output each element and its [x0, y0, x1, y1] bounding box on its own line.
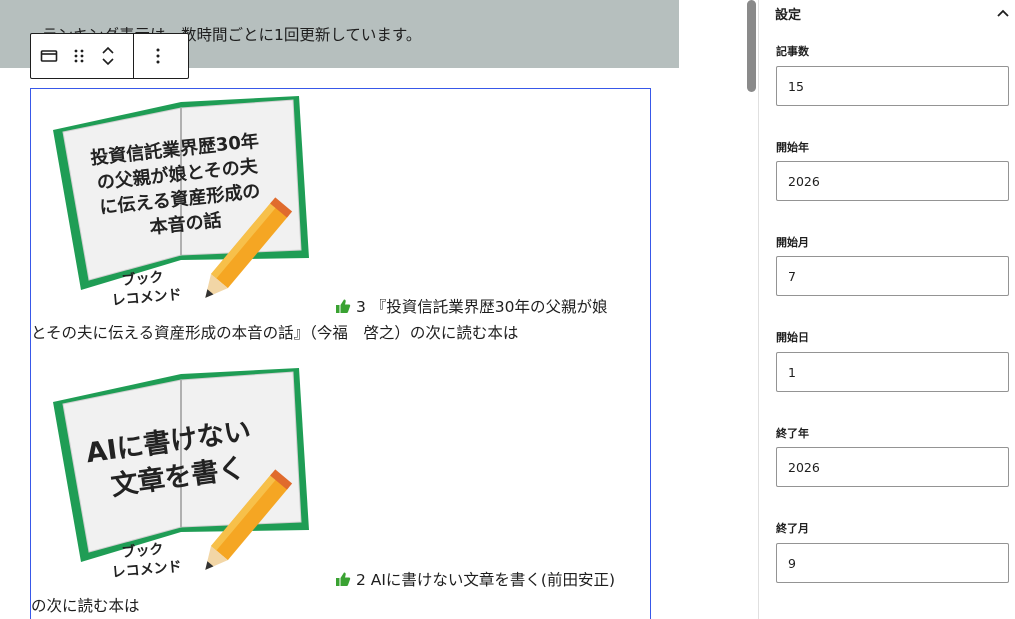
post-count-input[interactable] — [776, 66, 1009, 106]
ranking-block[interactable]: 投資信託業界歴30年 の父親が娘とその夫 に伝える資産形成の 本音の話 ブック … — [30, 88, 651, 619]
book-thumbnail[interactable]: AIに書けない 文章を書く ブック レコメンド — [31, 362, 329, 588]
editor-canvas: ランキング表示は、数時間ごとに1回更新しています。 投資信託業界歴30年 の父親… — [0, 0, 758, 619]
more-options-button[interactable] — [134, 34, 182, 78]
block-toolbar — [30, 33, 189, 79]
link-line-1: 2 AIに書けない文章を書く(前田安正) — [335, 567, 615, 593]
start-day-input[interactable] — [776, 352, 1009, 392]
field-label: 終了年 — [776, 427, 809, 440]
settings-panel-header[interactable]: 設定 — [775, 0, 1011, 26]
ranking-item-link[interactable]: 3 『投資信託業界歴30年の父親が娘 とその夫に伝える資産形成の本音の話』（今福… — [31, 294, 649, 348]
drag-handle-icon — [74, 49, 84, 63]
field-label: 終了月 — [776, 522, 809, 535]
field-label: 開始月 — [776, 236, 809, 249]
block-type-button[interactable] — [31, 34, 67, 78]
end-month-input[interactable] — [776, 543, 1009, 583]
move-buttons — [91, 34, 125, 78]
chevron-up-icon — [997, 9, 1009, 17]
thumbs-up-icon — [336, 299, 351, 313]
settings-panel-title: 設定 — [775, 7, 802, 23]
thumbs-up-icon — [336, 572, 351, 586]
chevron-up-icon[interactable] — [100, 44, 116, 56]
link-line-2: の次に読む本は — [31, 597, 140, 615]
link-text: 2 AIに書けない文章を書く(前田安正) — [355, 571, 615, 589]
field-label: 記事数 — [776, 45, 809, 58]
start-month-input[interactable] — [776, 256, 1009, 296]
link-line-2: とその夫に伝える資産形成の本音の話』（今福 啓之）の次に読む本は — [31, 324, 519, 342]
block-type-icon — [40, 50, 58, 62]
field-label: 開始年 — [776, 141, 809, 154]
settings-sidebar: 設定 記事数 開始年 開始月 開始日 終了年 終了月 — [758, 0, 1015, 619]
link-text: 3 『投資信託業界歴30年の父親が娘 — [355, 298, 608, 316]
book-thumbnail[interactable]: 投資信託業界歴30年 の父親が娘とその夫 に伝える資産形成の 本音の話 ブック … — [31, 90, 329, 316]
start-year-input[interactable] — [776, 161, 1009, 201]
more-vertical-icon — [156, 48, 160, 64]
chevron-down-icon[interactable] — [100, 56, 116, 68]
link-line-1: 3 『投資信託業界歴30年の父親が娘 — [335, 294, 607, 320]
editor-scrollbar[interactable] — [747, 0, 756, 92]
drag-handle[interactable] — [67, 34, 91, 78]
ranking-item-link[interactable]: 2 AIに書けない文章を書く(前田安正) の次に読む本は — [31, 567, 649, 619]
end-year-input[interactable] — [776, 447, 1009, 487]
field-label: 開始日 — [776, 331, 809, 344]
